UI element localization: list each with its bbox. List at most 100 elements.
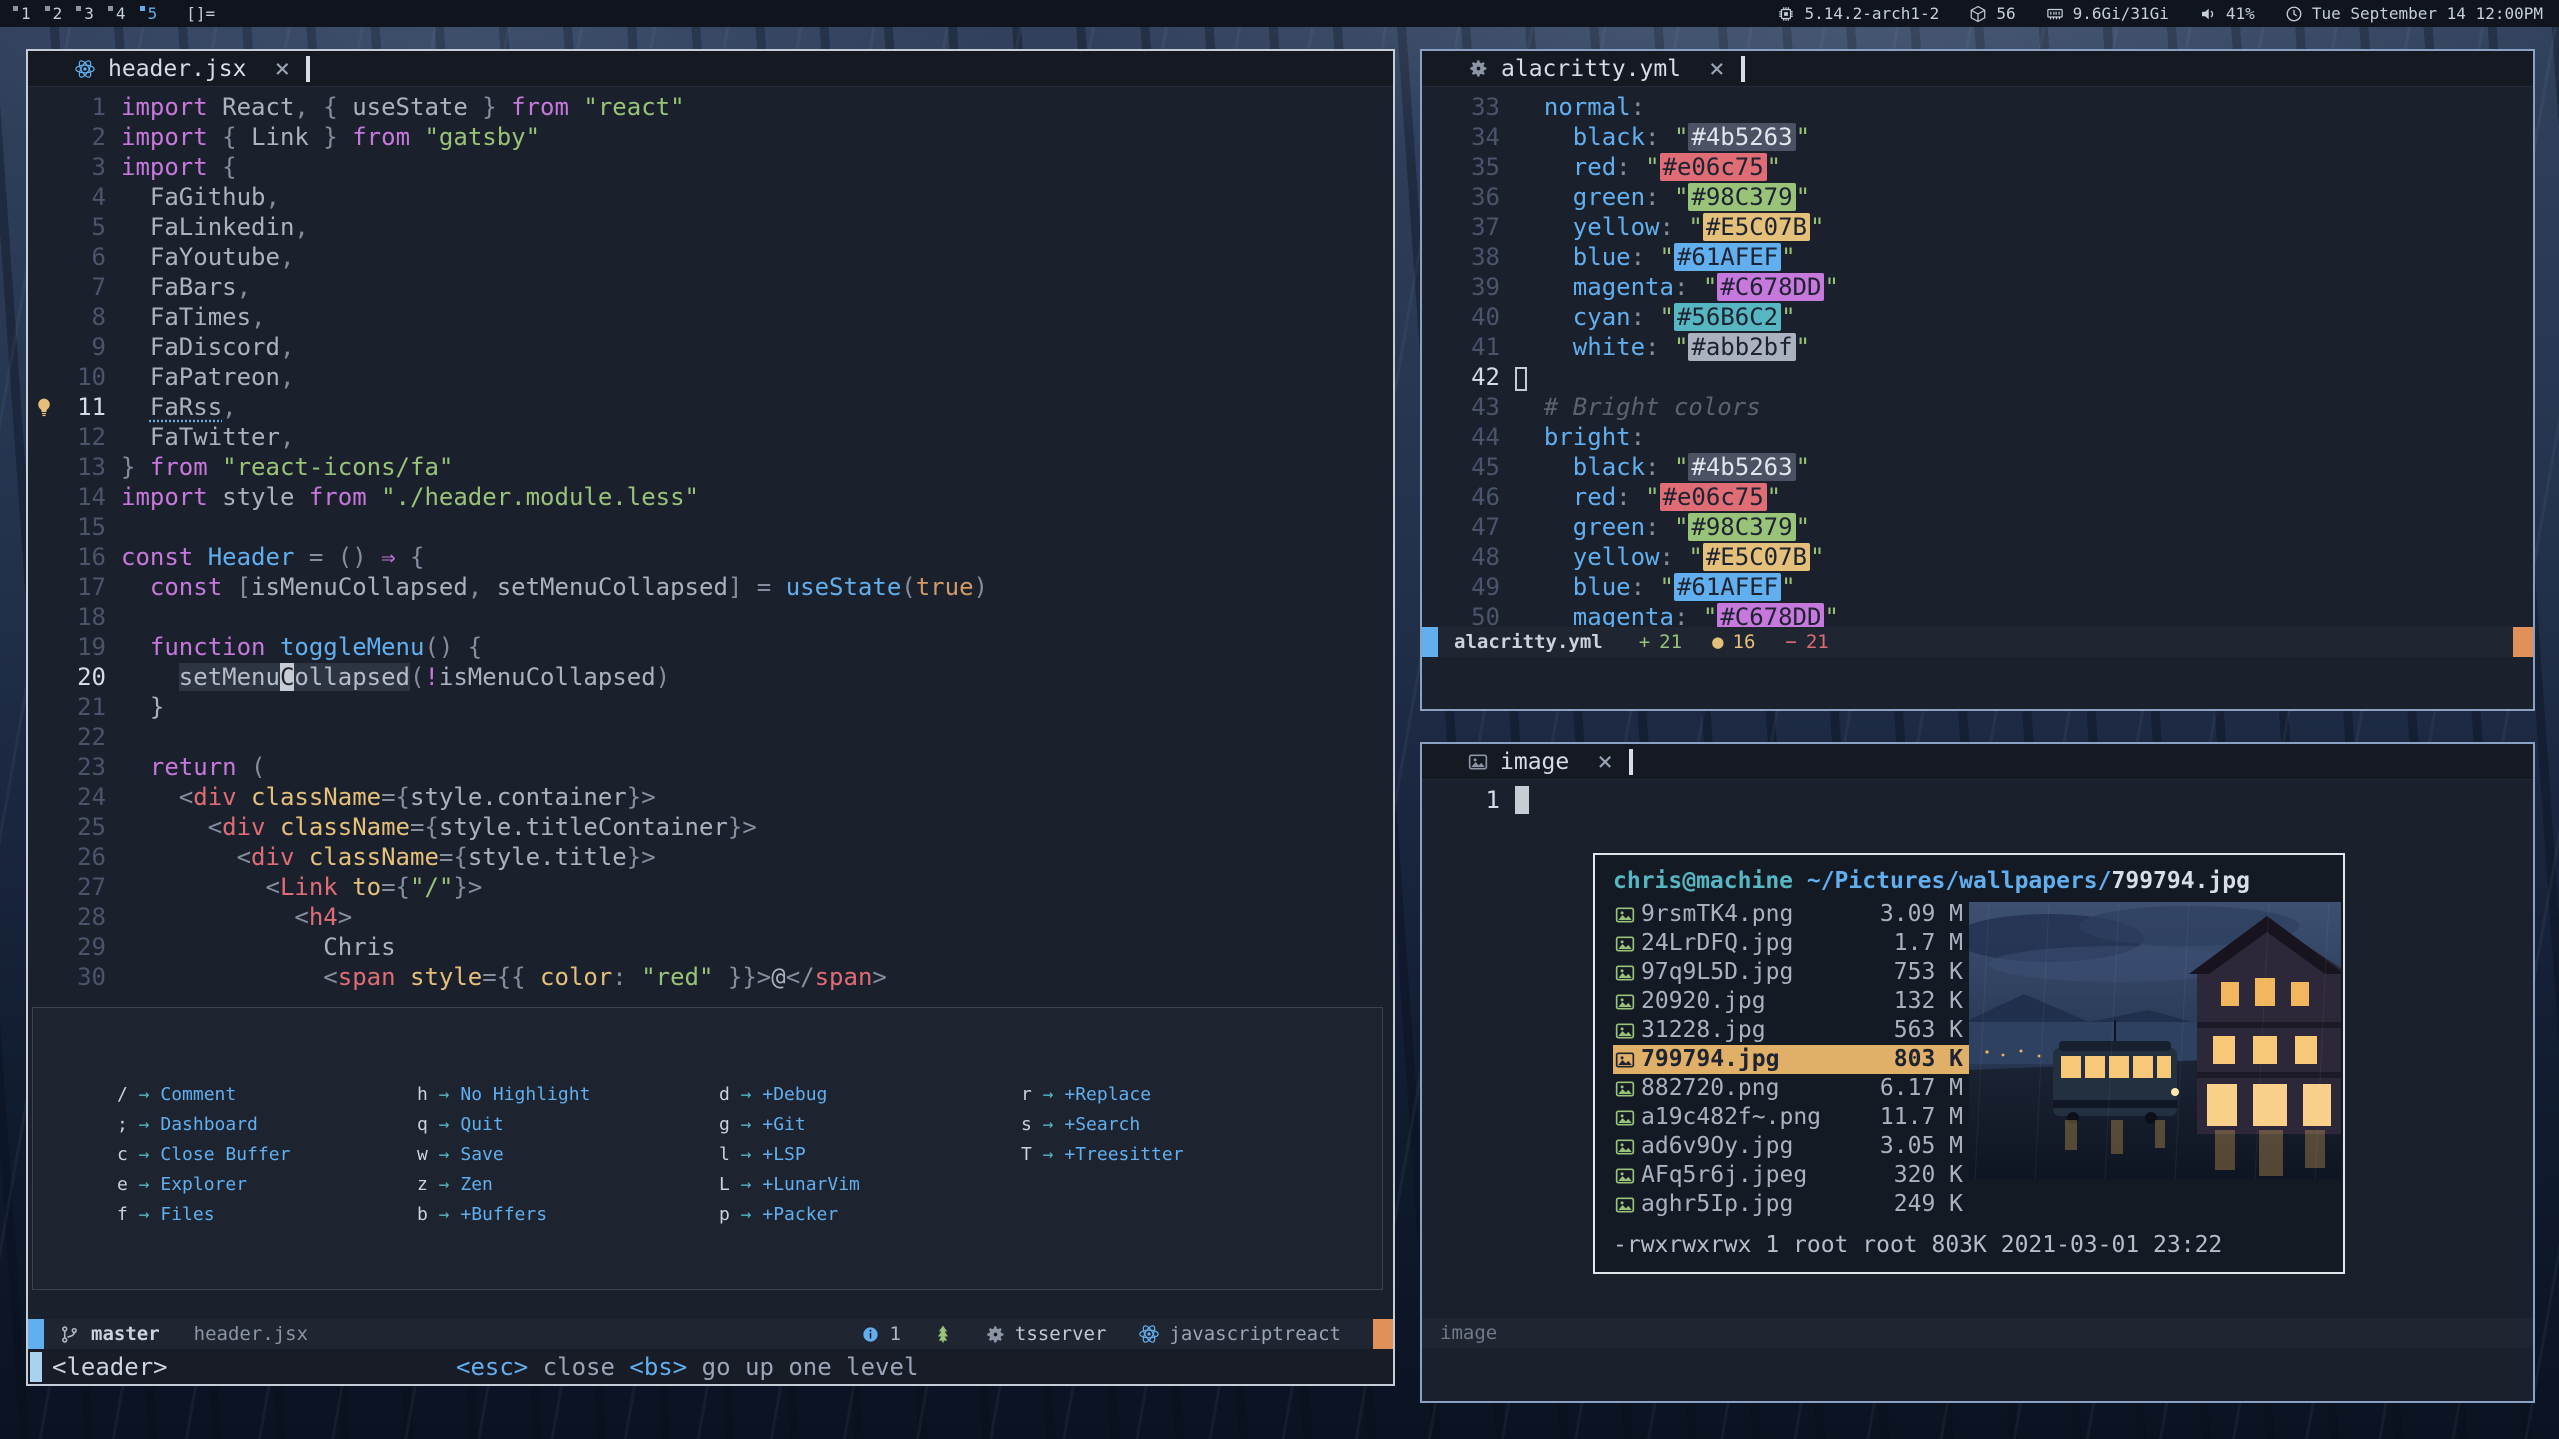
code-line-38[interactable]: 38 blue: "#61AFEF" xyxy=(1422,242,2533,272)
code-line-46[interactable]: 46 red: "#e06c75" xyxy=(1422,482,2533,512)
color-swatch: #abb2bf xyxy=(1688,333,1795,361)
code-line-39[interactable]: 39 magenta: "#C678DD" xyxy=(1422,272,2533,302)
code-line-9[interactable]: 9 FaDiscord, xyxy=(28,332,1393,362)
code-line-26[interactable]: 26 <div className={style.title}> xyxy=(28,842,1393,872)
code-line-1[interactable]: 1 xyxy=(1422,785,2533,815)
code-line-3[interactable]: 3import { xyxy=(28,152,1393,182)
image-file-icon xyxy=(1615,1079,1641,1099)
code-line-20[interactable]: 20 setMenuCollapsed(!isMenuCollapsed) xyxy=(28,662,1393,692)
file-row-AFq5r6j.jpeg[interactable]: AFq5r6j.jpeg320 K xyxy=(1613,1161,1969,1190)
color-swatch: #61AFEF xyxy=(1674,573,1781,601)
code-line-18[interactable]: 18 xyxy=(28,602,1393,632)
code-line-17[interactable]: 17 const [isMenuCollapsed, setMenuCollap… xyxy=(28,572,1393,602)
color-swatch: #e06c75 xyxy=(1660,153,1767,181)
line-number: 37 xyxy=(1454,212,1500,242)
file-row-aghr5Ip.jpg[interactable]: aghr5Ip.jpg249 K xyxy=(1613,1190,1969,1219)
code-line-42[interactable]: 42 xyxy=(1422,362,2533,392)
code-line-4[interactable]: 4 FaGithub, xyxy=(28,182,1393,212)
code-line-15[interactable]: 15 xyxy=(28,512,1393,542)
terminal-buffer-image[interactable]: 1 xyxy=(1422,781,2533,815)
workspace-1[interactable]: 1 xyxy=(10,4,42,23)
line-number: 1 xyxy=(1454,785,1500,815)
file-row-799794.jpg[interactable]: 799794.jpg803 K xyxy=(1613,1045,1969,1074)
code-line-6[interactable]: 6 FaYoutube, xyxy=(28,242,1393,272)
code-line-8[interactable]: 8 FaTimes, xyxy=(28,302,1393,332)
code-line-45[interactable]: 45 black: "#4b5263" xyxy=(1422,452,2533,482)
line-number: 15 xyxy=(60,512,106,542)
code-line-29[interactable]: 29 Chris xyxy=(28,932,1393,962)
code-line-27[interactable]: 27 <Link to={"/"}> xyxy=(28,872,1393,902)
code-line-48[interactable]: 48 yellow: "#E5C07B" xyxy=(1422,542,2533,572)
code-line-49[interactable]: 49 blue: "#61AFEF" xyxy=(1422,572,2533,602)
layout-symbol[interactable]: []= xyxy=(168,4,233,23)
color-swatch: #C678DD xyxy=(1717,273,1824,301)
line-number: 47 xyxy=(1454,512,1500,542)
code-line-1[interactable]: 1import React, { useState } from "react" xyxy=(28,92,1393,122)
code-line-10[interactable]: 10 FaPatreon, xyxy=(28,362,1393,392)
code-line-22[interactable]: 22 xyxy=(28,722,1393,752)
code-line-16[interactable]: 16const Header = () ⇒ { xyxy=(28,542,1393,572)
file-row-9rsmTK4.png[interactable]: 9rsmTK4.png3.09 M xyxy=(1613,900,1969,929)
workspace-2[interactable]: 2 xyxy=(42,4,74,23)
code-line-13[interactable]: 13} from "react-icons/fa" xyxy=(28,452,1393,482)
cmdline-cursor xyxy=(30,1352,42,1382)
code-line-35[interactable]: 35 red: "#e06c75" xyxy=(1422,152,2533,182)
statusline-accent-block xyxy=(2513,627,2533,657)
file-size: 3.09 M xyxy=(1859,900,1963,929)
code-line-24[interactable]: 24 <div className={style.container}> xyxy=(28,782,1393,812)
code-line-12[interactable]: 12 FaTwitter, xyxy=(28,422,1393,452)
line-number: 7 xyxy=(60,272,106,302)
code-line-41[interactable]: 41 white: "#abb2bf" xyxy=(1422,332,2533,362)
file-size: 803 K xyxy=(1859,1045,1963,1074)
code-line-25[interactable]: 25 <div className={style.titleContainer}… xyxy=(28,812,1393,842)
workspace-3[interactable]: 3 xyxy=(73,4,105,23)
file-row-24LrDFQ.jpg[interactable]: 24LrDFQ.jpg1.7 M xyxy=(1613,929,1969,958)
file-row-31228.jpg[interactable]: 31228.jpg563 K xyxy=(1613,1016,1969,1045)
code-line-28[interactable]: 28 <h4> xyxy=(28,902,1393,932)
code-line-5[interactable]: 5 FaLinkedin, xyxy=(28,212,1393,242)
code-line-44[interactable]: 44 bright: xyxy=(1422,422,2533,452)
code-line-40[interactable]: 40 cyan: "#56B6C2" xyxy=(1422,302,2533,332)
line-number: 18 xyxy=(60,602,106,632)
code-line-37[interactable]: 37 yellow: "#E5C07B" xyxy=(1422,212,2533,242)
cmdline-left[interactable]: <leader> <esc> close <bs> go up one leve… xyxy=(28,1349,1393,1384)
code-line-23[interactable]: 23 return ( xyxy=(28,752,1393,782)
file-name: 799794.jpg xyxy=(1641,1045,1859,1074)
line-number: 26 xyxy=(60,842,106,872)
code-line-19[interactable]: 19 function toggleMenu() { xyxy=(28,632,1393,662)
code-buffer-header-jsx[interactable]: 1import React, { useState } from "react"… xyxy=(28,88,1393,992)
file-row-97q9L5D.jpg[interactable]: 97q9L5D.jpg753 K xyxy=(1613,958,1969,987)
workspace-4[interactable]: 4 xyxy=(105,4,137,23)
line-number: 36 xyxy=(1454,182,1500,212)
code-line-47[interactable]: 47 green: "#98C379" xyxy=(1422,512,2533,542)
whichkey-dashboard: ; → Dashboard xyxy=(117,1110,417,1140)
file-row-ad6v9Oy.jpg[interactable]: ad6v9Oy.jpg3.05 M xyxy=(1613,1132,1969,1161)
code-line-7[interactable]: 7 FaBars, xyxy=(28,272,1393,302)
esc-action: close xyxy=(528,1353,629,1381)
file-row-a19c482f~.png[interactable]: a19c482f~.png11.7 M xyxy=(1613,1103,1969,1132)
code-line-30[interactable]: 30 <span style={{ color: "red" }}>@</spa… xyxy=(28,962,1393,992)
line-number: 4 xyxy=(60,182,106,212)
file-row-20920.jpg[interactable]: 20920.jpg132 K xyxy=(1613,987,1969,1016)
code-line-43[interactable]: 43 # Bright colors xyxy=(1422,392,2533,422)
pending-keys: <leader> xyxy=(52,1353,168,1381)
workspace-5[interactable]: 5 xyxy=(137,4,169,23)
code-line-14[interactable]: 14import style from "./header.module.les… xyxy=(28,482,1393,512)
mode-indicator xyxy=(1422,627,1438,657)
file-row-882720.png[interactable]: 882720.png6.17 M xyxy=(1613,1074,1969,1103)
tab-close-button[interactable]: × xyxy=(274,59,290,79)
tab-image[interactable]: image × xyxy=(1468,749,1613,775)
tab-close-button[interactable]: × xyxy=(1709,59,1725,79)
tab-header-jsx[interactable]: header.jsx × xyxy=(74,56,290,82)
code-line-33[interactable]: 33 normal: xyxy=(1422,92,2533,122)
code-buffer-alacritty-yml[interactable]: 33 normal:34 black: "#4b5263"35 red: "#e… xyxy=(1422,88,2533,632)
code-line-21[interactable]: 21 } xyxy=(28,692,1393,722)
line-number: 5 xyxy=(60,212,106,242)
tab-alacritty-yml[interactable]: alacritty.yml × xyxy=(1468,56,1725,82)
code-line-11[interactable]: 11 FaRss, xyxy=(28,392,1393,422)
code-line-36[interactable]: 36 green: "#98C379" xyxy=(1422,182,2533,212)
code-line-2[interactable]: 2import { Link } from "gatsby" xyxy=(28,122,1393,152)
git-branch[interactable]: master xyxy=(91,1323,160,1345)
code-line-34[interactable]: 34 black: "#4b5263" xyxy=(1422,122,2533,152)
tab-close-button[interactable]: × xyxy=(1597,752,1613,772)
